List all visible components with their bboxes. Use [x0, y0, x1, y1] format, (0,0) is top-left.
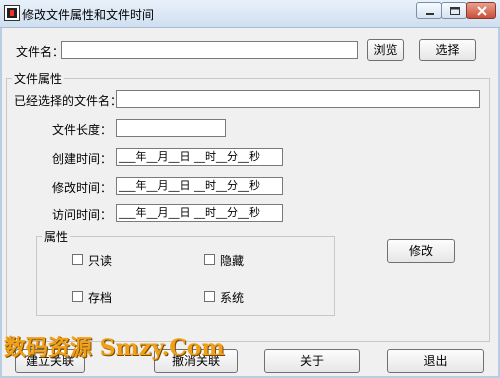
hidden-checkbox[interactable]: [204, 254, 215, 265]
readonly-label: 只读: [88, 254, 113, 268]
system-checkbox[interactable]: [204, 291, 215, 302]
accessed-time-label: 访问时间：: [52, 208, 113, 222]
exit-button[interactable]: 退出: [387, 349, 484, 373]
file-attributes-title: 文件属性: [12, 70, 65, 87]
readonly-checkbox[interactable]: [72, 254, 83, 265]
filename-label: 文件名：: [16, 45, 65, 59]
select-button[interactable]: 选择: [419, 39, 476, 61]
filename-input[interactable]: [61, 41, 358, 59]
app-icon: [4, 5, 20, 21]
selected-filename-label: 已经选择的文件名：: [14, 94, 123, 108]
minimize-icon: [426, 13, 434, 15]
selected-filename-input[interactable]: [116, 90, 480, 108]
archive-checkbox[interactable]: [72, 291, 83, 302]
file-length-input[interactable]: [116, 119, 226, 137]
minimize-button[interactable]: [416, 2, 442, 19]
accessed-time-input[interactable]: ___年__月__日 __时__分__秒: [116, 204, 283, 222]
properties-group: [36, 236, 335, 316]
watermark-text: 数码资源 Smzy.Com: [4, 335, 225, 361]
modify-button[interactable]: 修改: [387, 239, 455, 263]
window-title: 修改文件属性和文件时间: [22, 8, 155, 22]
system-label: 系统: [220, 291, 245, 305]
modified-time-label: 修改时间：: [52, 181, 113, 195]
maximize-button[interactable]: [441, 2, 467, 19]
hidden-label: 隐藏: [220, 254, 245, 268]
created-time-input[interactable]: ___年__月__日 __时__分__秒: [116, 148, 283, 166]
created-time-label: 创建时间：: [52, 152, 113, 166]
maximize-icon: [450, 7, 460, 15]
modified-time-input[interactable]: ___年__月__日 __时__分__秒: [116, 177, 283, 195]
browse-button[interactable]: 浏览: [367, 39, 404, 61]
file-length-label: 文件长度：: [52, 123, 113, 137]
about-button[interactable]: 关于: [264, 349, 360, 373]
close-button[interactable]: [466, 2, 496, 19]
properties-title: 属性: [42, 228, 71, 245]
close-icon: [477, 6, 487, 16]
archive-label: 存档: [88, 291, 113, 305]
